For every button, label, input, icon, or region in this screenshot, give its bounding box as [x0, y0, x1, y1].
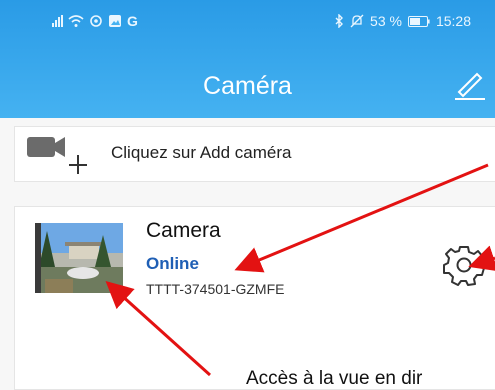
page-title: Caméra — [203, 72, 292, 100]
annotation-text: Accès à la vue en dir — [246, 368, 423, 389]
camera-thumbnail[interactable] — [35, 223, 123, 293]
camera-status: Online — [146, 254, 199, 273]
battery-percent: 53 % — [370, 13, 402, 29]
add-camera-button[interactable]: Cliquez sur Add caméra — [14, 126, 495, 182]
camera-id: TTTT-374501-GZMFE — [146, 281, 285, 297]
battery-icon — [407, 15, 430, 27]
signal-icon — [52, 15, 63, 27]
settings-gear-icon[interactable] — [443, 244, 485, 286]
sync-icon — [90, 15, 102, 27]
carrier-label: G — [127, 13, 138, 29]
app-header: G 53 % 15:28 Caméra — [0, 0, 495, 118]
main-content: Cliquez sur Add caméra Camera Online TTT… — [0, 118, 495, 390]
bluetooth-icon — [335, 14, 344, 28]
mute-icon — [350, 14, 364, 28]
camera-list-item[interactable]: Camera Online TTTT-374501-GZMFE — [14, 206, 495, 390]
status-bar-left: G — [52, 13, 138, 29]
camera-name: Camera — [146, 219, 221, 242]
edit-icon[interactable] — [453, 68, 487, 100]
clock: 15:28 — [435, 13, 471, 29]
wifi-icon — [68, 14, 84, 27]
camera-thumbnail-image — [35, 223, 123, 293]
add-camera-icon — [27, 137, 87, 174]
status-bar: G 53 % 15:28 — [0, 0, 495, 42]
add-camera-label: Cliquez sur Add caméra — [111, 143, 292, 162]
status-bar-right: 53 % 15:28 — [334, 13, 471, 29]
gallery-icon — [109, 15, 121, 27]
